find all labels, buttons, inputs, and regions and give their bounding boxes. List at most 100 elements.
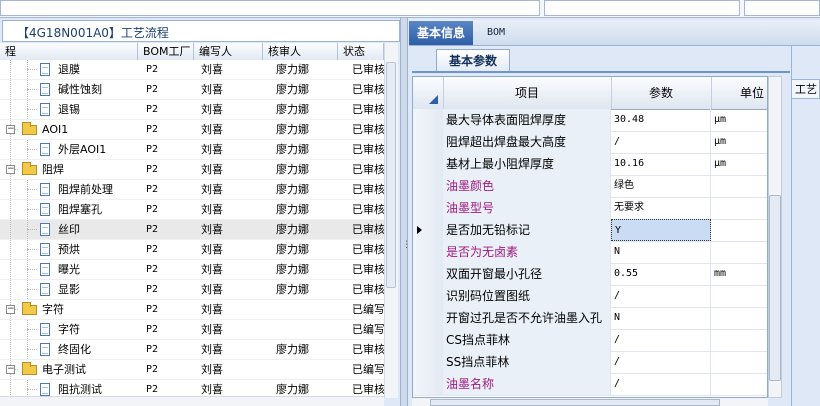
row-indicator[interactable] bbox=[413, 197, 444, 219]
row-indicator[interactable] bbox=[413, 219, 444, 241]
tree-row[interactable]: − 阻焊 P2 刘喜 廖力娜 已审核 bbox=[0, 160, 384, 180]
param-item-cell[interactable]: 双面开窗最小孔径 bbox=[443, 263, 611, 285]
tree-node[interactable]: 退锡 bbox=[0, 100, 138, 119]
param-unit-cell[interactable]: μm bbox=[711, 131, 767, 153]
tree-node[interactable]: 碱性蚀刻 bbox=[0, 80, 138, 99]
tree-node[interactable]: − 阻焊 bbox=[0, 160, 138, 179]
collapse-toggle-icon[interactable]: − bbox=[6, 365, 15, 374]
param-item-cell[interactable]: 油墨颜色 bbox=[443, 175, 611, 197]
tree-node[interactable]: 曝光 bbox=[0, 260, 138, 279]
panel-splitter[interactable]: ⋮ bbox=[400, 18, 411, 406]
param-unit-cell[interactable] bbox=[711, 175, 767, 197]
column-header-writer[interactable]: 编写人 bbox=[194, 43, 263, 60]
param-unit-cell[interactable] bbox=[711, 285, 767, 307]
tree-node[interactable]: 显影 bbox=[0, 280, 138, 299]
tree-row[interactable]: 外层AOI1 P2 刘喜 廖力娜 已审核 bbox=[0, 140, 384, 160]
right-vertical-scroll-thumb[interactable] bbox=[769, 195, 781, 381]
tab-basic-params[interactable]: 基本参数 bbox=[436, 49, 510, 71]
tab-process-collapsed[interactable]: 工艺 bbox=[791, 79, 820, 99]
tree-row[interactable]: 退膜 P2 刘喜 廖力娜 已审核 bbox=[0, 60, 384, 80]
tree-node[interactable]: 退膜 bbox=[0, 60, 138, 79]
param-unit-cell[interactable]: mm bbox=[711, 263, 767, 285]
column-header-bom-factory[interactable]: BOM工厂 bbox=[138, 43, 194, 60]
param-row[interactable]: 油墨名称 / bbox=[413, 373, 767, 396]
row-indicator[interactable] bbox=[413, 175, 444, 197]
column-header-param[interactable]: 参数 bbox=[611, 77, 712, 109]
collapse-toggle-icon[interactable]: − bbox=[6, 305, 15, 314]
tree-row[interactable]: 碱性蚀刻 P2 刘喜 廖力娜 已审核 bbox=[0, 80, 384, 100]
tree-row[interactable]: 丝印 P2 刘喜 廖力娜 已审核 bbox=[0, 220, 384, 240]
param-item-cell[interactable]: 开窗过孔是否不允许油墨入孔 bbox=[443, 307, 611, 329]
param-value-cell[interactable]: / bbox=[611, 285, 711, 307]
tree-node[interactable]: 丝印 bbox=[0, 220, 138, 239]
param-value-cell[interactable]: N bbox=[611, 307, 711, 329]
tree-row[interactable]: 曝光 P2 刘喜 廖力娜 已审核 bbox=[0, 260, 384, 280]
tree-node[interactable]: − AOI1 bbox=[0, 120, 138, 139]
param-row[interactable]: 识别码位置图纸 / bbox=[413, 285, 767, 308]
tree-row[interactable]: 终固化 P2 刘喜 廖力娜 已审核 bbox=[0, 340, 384, 360]
collapse-toggle-icon[interactable]: − bbox=[6, 165, 15, 174]
param-row[interactable]: 双面开窗最小孔径 0.55 mm bbox=[413, 263, 767, 286]
param-value-cell[interactable]: / bbox=[611, 329, 711, 351]
row-indicator[interactable] bbox=[413, 285, 444, 307]
param-row[interactable]: 最大导体表面阻焊厚度 30.48 μm bbox=[413, 109, 767, 132]
param-value-cell[interactable]: N bbox=[611, 241, 711, 263]
param-unit-cell[interactable] bbox=[711, 329, 767, 351]
tree-row[interactable]: 阻焊塞孔 P2 刘喜 廖力娜 已审核 bbox=[0, 200, 384, 220]
tree-node[interactable]: 阻焊塞孔 bbox=[0, 200, 138, 219]
grid-corner[interactable] bbox=[413, 77, 444, 109]
param-unit-cell[interactable] bbox=[711, 219, 767, 241]
row-indicator[interactable] bbox=[413, 307, 444, 329]
column-header-reviewer[interactable]: 核审人 bbox=[263, 43, 338, 60]
top-field-right[interactable] bbox=[744, 0, 820, 16]
row-indicator[interactable] bbox=[413, 241, 444, 263]
param-item-cell[interactable]: 是否加无铅标记 bbox=[443, 219, 611, 241]
param-item-cell[interactable]: 最大导体表面阻焊厚度 bbox=[443, 109, 611, 131]
row-indicator[interactable] bbox=[413, 109, 444, 131]
tree-row[interactable]: 字符 P2 刘喜 已编写 bbox=[0, 320, 384, 340]
param-unit-cell[interactable] bbox=[711, 307, 767, 329]
column-header-item[interactable]: 项目 bbox=[443, 77, 612, 109]
tree-node[interactable]: − 电子测试 bbox=[0, 360, 138, 379]
param-value-cell[interactable]: 无要求 bbox=[611, 197, 711, 219]
param-item-cell[interactable]: 是否为无卤素 bbox=[443, 241, 611, 263]
tree-row[interactable]: 阻焊前处理 P2 刘喜 廖力娜 已审核 bbox=[0, 180, 384, 200]
param-unit-cell[interactable] bbox=[711, 351, 767, 373]
tree-row[interactable]: − 电子测试 P2 刘喜 已编写 bbox=[0, 360, 384, 380]
param-row[interactable]: 油墨颜色 绿色 bbox=[413, 175, 767, 198]
param-value-cell[interactable]: 绿色 bbox=[611, 175, 711, 197]
top-field-middle[interactable] bbox=[544, 0, 740, 16]
param-unit-cell[interactable] bbox=[711, 197, 767, 219]
param-item-cell[interactable]: SS挡点菲林 bbox=[443, 351, 611, 373]
column-header-unit[interactable]: 单位 bbox=[711, 77, 767, 109]
row-indicator[interactable] bbox=[413, 131, 444, 153]
row-indicator[interactable] bbox=[413, 329, 444, 351]
param-row[interactable]: 阻焊超出焊盘最大高度 / μm bbox=[413, 131, 767, 154]
left-horizontal-scrollbar[interactable] bbox=[0, 396, 384, 406]
param-unit-cell[interactable]: μm bbox=[711, 153, 767, 175]
tree-node[interactable]: − 字符 bbox=[0, 300, 138, 319]
param-row[interactable]: 油墨型号 无要求 bbox=[413, 197, 767, 220]
column-header-process[interactable]: 程 bbox=[0, 43, 138, 60]
row-indicator[interactable] bbox=[413, 263, 444, 285]
param-value-cell[interactable]: / bbox=[611, 131, 711, 153]
tab-basic-info[interactable]: 基本信息 bbox=[409, 21, 473, 45]
param-row[interactable]: 是否加无铅标记 Y bbox=[413, 219, 767, 242]
tree-node[interactable]: 预烘 bbox=[0, 240, 138, 259]
tree-node[interactable]: 阻焊前处理 bbox=[0, 180, 138, 199]
param-unit-cell[interactable] bbox=[711, 373, 767, 395]
row-indicator[interactable] bbox=[413, 153, 444, 175]
param-row[interactable]: 开窗过孔是否不允许油墨入孔 N bbox=[413, 307, 767, 330]
tab-bom[interactable]: BOM bbox=[476, 21, 516, 45]
param-row[interactable]: CS挡点菲林 / bbox=[413, 329, 767, 352]
row-indicator[interactable] bbox=[413, 351, 444, 373]
param-value-cell[interactable]: / bbox=[611, 351, 711, 373]
tree-node[interactable]: 终固化 bbox=[0, 340, 138, 359]
param-value-cell[interactable]: 0.55 bbox=[611, 263, 711, 285]
param-item-cell[interactable]: CS挡点菲林 bbox=[443, 329, 611, 351]
tree-row[interactable]: − AOI1 P2 刘喜 廖力娜 已审核 bbox=[0, 120, 384, 140]
column-header-status[interactable]: 状态 bbox=[338, 43, 384, 60]
tree-row[interactable]: − 字符 P2 刘喜 已编写 bbox=[0, 300, 384, 320]
tree-node[interactable]: 外层AOI1 bbox=[0, 140, 138, 159]
param-unit-cell[interactable] bbox=[711, 241, 767, 263]
